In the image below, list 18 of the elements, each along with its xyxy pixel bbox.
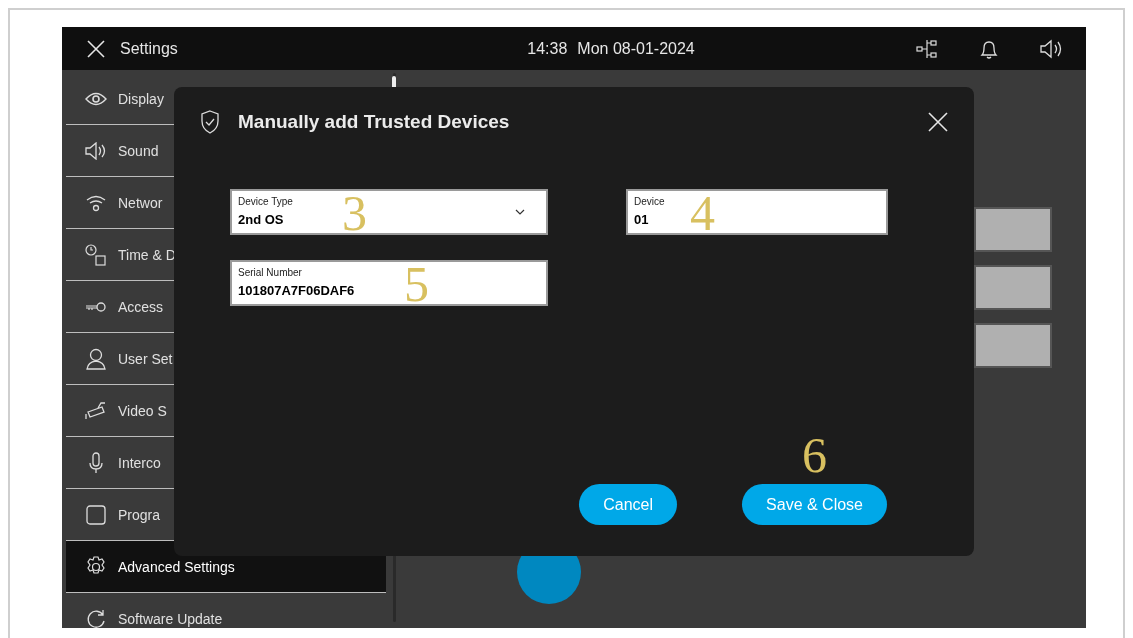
field-value: 01 bbox=[634, 211, 649, 229]
dialog-title: Manually add Trusted Devices bbox=[238, 111, 511, 133]
date-text: Mon 08-01-2024 bbox=[577, 39, 695, 58]
callout-number: 5 bbox=[404, 260, 429, 308]
input-field[interactable]: Device 01 4 bbox=[626, 189, 888, 235]
field-label: Device bbox=[634, 196, 665, 208]
screen-title: Settings bbox=[120, 39, 178, 58]
callout-number: 3 bbox=[342, 189, 367, 237]
clock-time: 14:38 bbox=[527, 39, 568, 58]
field-value: 101807A7F06DAF6 bbox=[238, 282, 355, 300]
callout-number: 4 bbox=[690, 189, 715, 237]
field-value: 2nd OS bbox=[238, 211, 284, 229]
callout-number: 6 bbox=[801, 431, 829, 479]
dropdown-field[interactable]: Device Type 2nd OS 3 bbox=[230, 189, 548, 235]
field-label: Device Type bbox=[238, 196, 293, 208]
sidebar-item[interactable]: Software Update bbox=[66, 593, 386, 638]
field-label: Serial Number bbox=[238, 267, 302, 279]
input-field[interactable]: Serial Number 101807A7F06DAF6 5 bbox=[230, 260, 548, 306]
